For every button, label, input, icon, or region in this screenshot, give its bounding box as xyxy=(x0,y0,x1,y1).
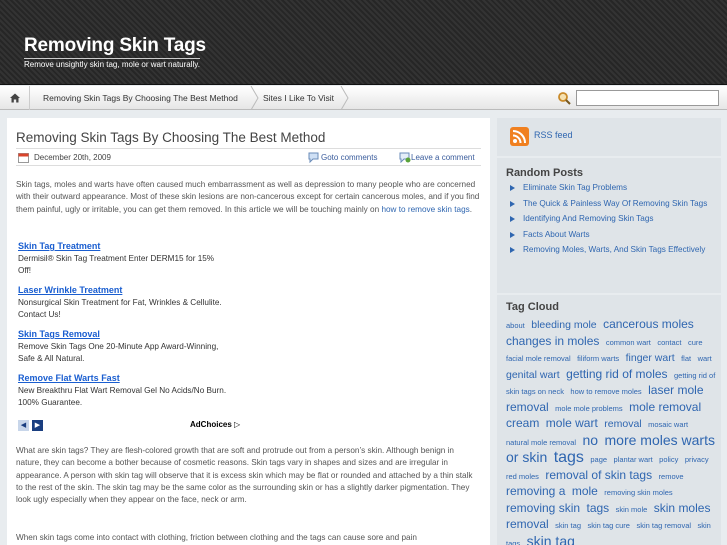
tag-link[interactable]: removing skin xyxy=(506,501,580,515)
adchoices-icon: ▷ xyxy=(234,420,241,429)
ad-title[interactable]: Skin Tags Removal xyxy=(18,327,248,341)
rss-icon[interactable] xyxy=(510,127,529,146)
site-description: Remove unsightly skin tag, mole or wart … xyxy=(24,58,200,69)
list-item[interactable]: Facts About Warts xyxy=(509,229,709,241)
search-input[interactable] xyxy=(576,90,719,106)
ad-text: Dermisil® Skin Tag Treatment Enter DERM1… xyxy=(18,254,215,275)
nav-separator xyxy=(250,86,259,110)
post-paragraph: When skin tags come into contact with cl… xyxy=(16,533,417,542)
tag-link[interactable]: genital wart xyxy=(506,369,560,381)
tag-link[interactable]: skin tag xyxy=(555,521,581,530)
tag-link[interactable]: mole mole problems xyxy=(555,404,623,413)
nav-item-best-method[interactable]: Removing Skin Tags By Choosing The Best … xyxy=(43,86,238,110)
ad-item: Remove Flat Warts Fast New Breakthru Fla… xyxy=(18,371,248,409)
nav-separator xyxy=(340,86,349,110)
tag-link[interactable]: red moles xyxy=(506,472,539,481)
ad-text: Remove Skin Tags One 20-Minute App Award… xyxy=(18,342,219,363)
intro-end: . xyxy=(469,204,473,214)
tag-link[interactable]: wart xyxy=(698,354,712,363)
tag-link[interactable]: privacy xyxy=(685,455,709,464)
list-item[interactable]: Eliminate Skin Tag Problems xyxy=(509,182,709,194)
ad-title[interactable]: Remove Flat Warts Fast xyxy=(18,371,248,385)
tag-link[interactable]: natural mole removal xyxy=(506,438,576,447)
nav-bar: Removing Skin Tags By Choosing The Best … xyxy=(0,86,727,110)
ad-title[interactable]: Laser Wrinkle Treatment xyxy=(18,283,248,297)
tag-link[interactable]: how to remove moles xyxy=(570,387,641,396)
home-icon xyxy=(10,93,20,103)
list-item[interactable]: Identifying And Removing Skin Tags xyxy=(509,213,709,225)
calendar-icon xyxy=(18,153,29,163)
comments-icon xyxy=(308,152,319,163)
tag-link[interactable]: finger wart xyxy=(626,352,675,364)
tag-link[interactable]: plantar wart xyxy=(614,455,653,464)
tag-link[interactable]: skin mole xyxy=(616,505,648,514)
remove-skin-tags-link[interactable]: how to remove skin tags xyxy=(381,205,469,214)
post-date: December 20th, 2009 xyxy=(34,153,111,162)
ad-prev-icon[interactable]: ◀ xyxy=(18,420,29,431)
tag-link[interactable]: cure xyxy=(688,338,703,347)
post-meta: December 20th, 2009 Goto comments Leave … xyxy=(16,148,481,166)
tag-link[interactable]: removal of skin tags xyxy=(545,468,652,482)
tag-link[interactable]: removing skin moles xyxy=(604,488,672,497)
tag-link[interactable]: mosaic wart xyxy=(648,420,688,429)
tag-link[interactable]: skin tag xyxy=(527,533,575,545)
ad-next-icon[interactable]: ▶ xyxy=(32,420,43,431)
ad-footer: ◀ ▶ AdChoices ▷ xyxy=(18,420,248,432)
tag-link[interactable]: changes in moles xyxy=(506,334,599,348)
tag-link[interactable]: policy xyxy=(659,455,678,464)
nav-item-sites[interactable]: Sites I Like To Visit xyxy=(263,86,334,110)
list-item[interactable]: Removing Moles, Warts, And Skin Tags Eff… xyxy=(509,244,709,256)
tag-link[interactable]: removing a xyxy=(506,484,565,498)
ad-item: Laser Wrinkle Treatment Nonsurgical Skin… xyxy=(18,283,248,321)
rss-box: RSS feed xyxy=(497,118,721,156)
tag-link[interactable]: removal xyxy=(604,418,641,430)
add-comment-icon xyxy=(399,152,411,163)
ad-item: Skin Tag Treatment Dermisil® Skin Tag Tr… xyxy=(18,239,248,277)
tag-link[interactable]: flat xyxy=(681,354,691,363)
post-content: Removing Skin Tags By Choosing The Best … xyxy=(7,118,490,545)
ad-text: Nonsurgical Skin Treatment for Fat, Wrin… xyxy=(18,298,222,319)
tag-cloud-title: Tag Cloud xyxy=(506,301,559,313)
tag-link[interactable]: bleeding mole xyxy=(531,319,596,331)
tag-link[interactable]: tags xyxy=(586,501,609,515)
random-posts-title: Random Posts xyxy=(506,167,584,179)
tag-link[interactable]: skin tag cure xyxy=(587,521,630,530)
adchoices-link[interactable]: AdChoices ▷ xyxy=(190,420,240,429)
tag-link[interactable]: cancerous moles xyxy=(603,317,694,331)
tag-link[interactable]: no xyxy=(582,432,598,448)
magnifier-icon[interactable] xyxy=(557,91,571,105)
nav-home[interactable] xyxy=(0,86,30,110)
ad-text: New Breakthru Flat Wart Removal Gel No A… xyxy=(18,386,227,407)
sidebar: RSS feed Random Posts Eliminate Skin Tag… xyxy=(497,118,721,545)
list-item[interactable]: The Quick & Painless Way Of Removing Ski… xyxy=(509,198,709,210)
tag-link[interactable]: page xyxy=(590,455,607,464)
site-header: Removing Skin Tags Remove unsightly skin… xyxy=(0,0,727,85)
ad-block: Skin Tag Treatment Dermisil® Skin Tag Tr… xyxy=(18,239,248,415)
rss-feed-link[interactable]: RSS feed xyxy=(534,130,573,140)
site-title[interactable]: Removing Skin Tags xyxy=(24,35,206,57)
goto-comments-link[interactable]: Goto comments xyxy=(321,153,377,162)
tag-link[interactable]: common wart xyxy=(606,338,651,347)
tag-link[interactable]: skin tag removal xyxy=(636,521,691,530)
tag-link[interactable]: mole wart xyxy=(546,416,598,430)
tag-link[interactable]: getting rid of moles xyxy=(566,367,667,381)
tag-link[interactable]: about xyxy=(506,321,525,330)
ad-title[interactable]: Skin Tag Treatment xyxy=(18,239,248,253)
tag-link[interactable]: more moles warts or skin xyxy=(506,432,715,466)
tag-link[interactable]: remove xyxy=(659,472,684,481)
adchoices-label: AdChoices xyxy=(190,420,232,429)
tag-link[interactable]: mole xyxy=(572,484,598,498)
ad-item: Skin Tags Removal Remove Skin Tags One 2… xyxy=(18,327,248,365)
random-posts-list: Eliminate Skin Tag Problems The Quick & … xyxy=(509,182,709,260)
leave-comment-link[interactable]: Leave a comment xyxy=(411,153,475,162)
post-title[interactable]: Removing Skin Tags By Choosing The Best … xyxy=(16,130,325,145)
tag-link[interactable]: tags xyxy=(554,449,584,466)
post-intro: Skin tags, moles and warts have often ca… xyxy=(16,179,481,216)
tag-cloud: about bleeding mole cancerous moles chan… xyxy=(506,317,716,545)
tag-link[interactable]: filiform warts xyxy=(577,354,619,363)
post-paragraph: What are skin tags? They are flesh-color… xyxy=(16,446,473,505)
tag-link[interactable]: facial mole removal xyxy=(506,354,571,363)
tag-link[interactable]: contact xyxy=(657,338,681,347)
